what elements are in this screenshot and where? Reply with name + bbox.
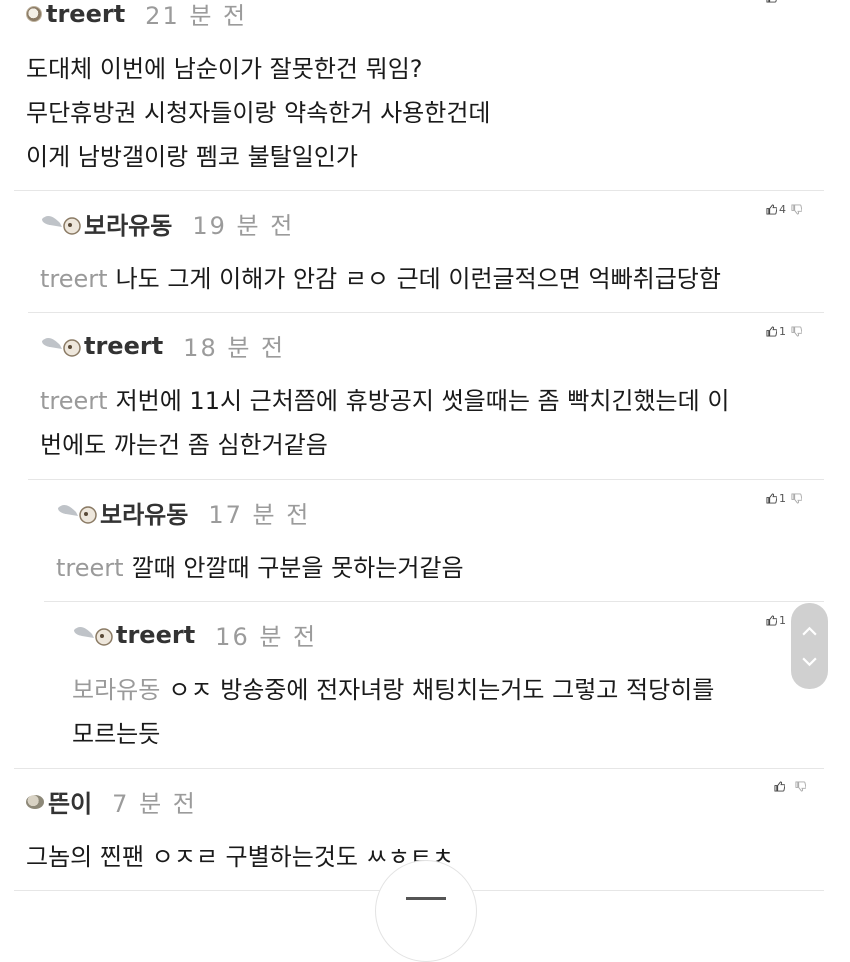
upvote-count: 1: [779, 325, 786, 338]
comment-author[interactable]: 보라유동: [100, 495, 188, 530]
comment-author[interactable]: 뜬이: [48, 784, 92, 819]
winged-dog-avatar-icon: [56, 502, 100, 524]
thumbs-down-icon[interactable]: [791, 493, 802, 504]
comment-line: 무단휴방권 시청자들이랑 약속한거 사용한건데: [26, 99, 491, 127]
comment-time: 21 분 전: [145, 2, 248, 30]
comment-meta: treert 21 분 전: [26, 0, 247, 31]
comment-author[interactable]: treert: [116, 621, 195, 649]
comment-body: treert 나도 그게 이해가 안감 ㄹㅇ 근데 이런글적으면 억빠취급당함: [40, 257, 721, 301]
winged-dog-avatar-icon: [72, 624, 116, 646]
comment-body: 그놈의 찐팬 ㅇㅈㄹ 구별하는것도 ㅆㅎㅌㅊ: [26, 835, 454, 879]
chevron-down-icon[interactable]: [801, 653, 818, 670]
comment-divider: [14, 190, 824, 191]
upvote-count: 1: [779, 614, 786, 627]
thumbs-up-icon[interactable]: [774, 781, 785, 792]
comment-body: 보라유동 ㅇㅈ 방송중에 전자녀랑 채팅치는거도 그렇고 적당히를 모르는듯: [72, 668, 714, 756]
comment-time: 17 분 전: [208, 501, 311, 529]
comment-meta: treert 16 분 전: [72, 617, 317, 652]
thumbs-up-icon[interactable]: [766, 326, 777, 337]
comment-line: 모르는듯: [72, 720, 161, 748]
vote-controls: 1: [766, 325, 802, 338]
comment-time: 18 분 전: [183, 334, 286, 362]
dog-avatar-icon: [26, 5, 42, 22]
comment-divider: [44, 601, 824, 602]
thumbs-up-icon[interactable]: [766, 615, 777, 626]
comment-body: 도대체 이번에 남순이가 잘못한건 뭐임? 무단휴방권 시청자들이랑 약속한거 …: [26, 47, 491, 179]
comment-time: 16 분 전: [215, 623, 318, 651]
comment-author[interactable]: treert: [84, 332, 163, 360]
comment-line: 이게 남방갤이랑 펨코 불탈일인가: [26, 143, 359, 171]
comment-line: 저번에 11시 근처쯤에 휴방공지 썻을때는 좀 빡치긴했는데 이: [115, 387, 730, 415]
comment-author[interactable]: 보라유동: [84, 206, 172, 241]
comment-meta: treert 18 분 전: [40, 328, 285, 363]
comment-divider: [14, 768, 824, 769]
comment-line: 깔때 안깔때 구분을 못하는거같음: [131, 554, 464, 582]
mention-tag[interactable]: treert: [56, 554, 124, 582]
scroll-top-button[interactable]: [375, 860, 477, 962]
upvote-count: 4: [779, 203, 786, 216]
comment-time: 19 분 전: [192, 212, 295, 240]
winged-dog-avatar-icon: [40, 213, 84, 235]
thumbs-up-icon[interactable]: [766, 493, 777, 504]
thumbs-down-icon[interactable]: [795, 781, 806, 792]
chevron-up-icon[interactable]: [801, 623, 818, 640]
comment-line: ㅇㅈ 방송중에 전자녀랑 채팅치는거도 그렇고 적당히를: [168, 676, 715, 704]
comment-divider: [28, 312, 824, 313]
blob-avatar-icon: [26, 794, 44, 809]
comment-meta: 뜬이 7 분 전: [26, 784, 197, 819]
scroll-navigator: [791, 603, 828, 689]
comment-line: 번에도 까는건 좀 심한거같음: [40, 431, 328, 459]
thumbs-up-icon[interactable]: [766, 204, 777, 215]
vote-controls: 1: [766, 614, 791, 627]
mention-tag[interactable]: treert: [40, 387, 108, 415]
comment-divider: [28, 479, 824, 480]
comment-body: treert 저번에 11시 근처쯤에 휴방공지 썻을때는 좀 빡치긴했는데 이 …: [40, 379, 729, 467]
comment-line: 나도 그게 이해가 안감 ㄹㅇ 근데 이런글적으면 억빠취급당함: [115, 265, 721, 293]
arrow-up-icon: [406, 897, 446, 900]
comment-line: 그놈의 찐팬 ㅇㅈㄹ 구별하는것도 ㅆㅎㅌㅊ: [26, 843, 454, 871]
thumbs-up-icon[interactable]: [766, 0, 777, 3]
thumbs-down-icon[interactable]: [791, 204, 802, 215]
winged-dog-avatar-icon: [40, 335, 84, 357]
mention-tag[interactable]: 보라유동: [72, 676, 160, 704]
vote-controls: 1: [766, 492, 802, 505]
vote-controls: [774, 781, 806, 792]
comment-line: 도대체 이번에 남순이가 잘못한건 뭐임?: [26, 55, 423, 83]
mention-tag[interactable]: treert: [40, 265, 108, 293]
vote-controls: [766, 0, 777, 3]
comment-author[interactable]: treert: [46, 0, 125, 28]
comment-body: treert 깔때 안깔때 구분을 못하는거같음: [56, 546, 464, 590]
comment-time: 7 분 전: [112, 790, 197, 818]
vote-controls: 4: [766, 203, 802, 216]
upvote-count: 1: [779, 492, 786, 505]
thumbs-down-icon[interactable]: [791, 326, 802, 337]
comment-meta: 보라유동 19 분 전: [40, 206, 294, 241]
comment-meta: 보라유동 17 분 전: [56, 495, 310, 530]
